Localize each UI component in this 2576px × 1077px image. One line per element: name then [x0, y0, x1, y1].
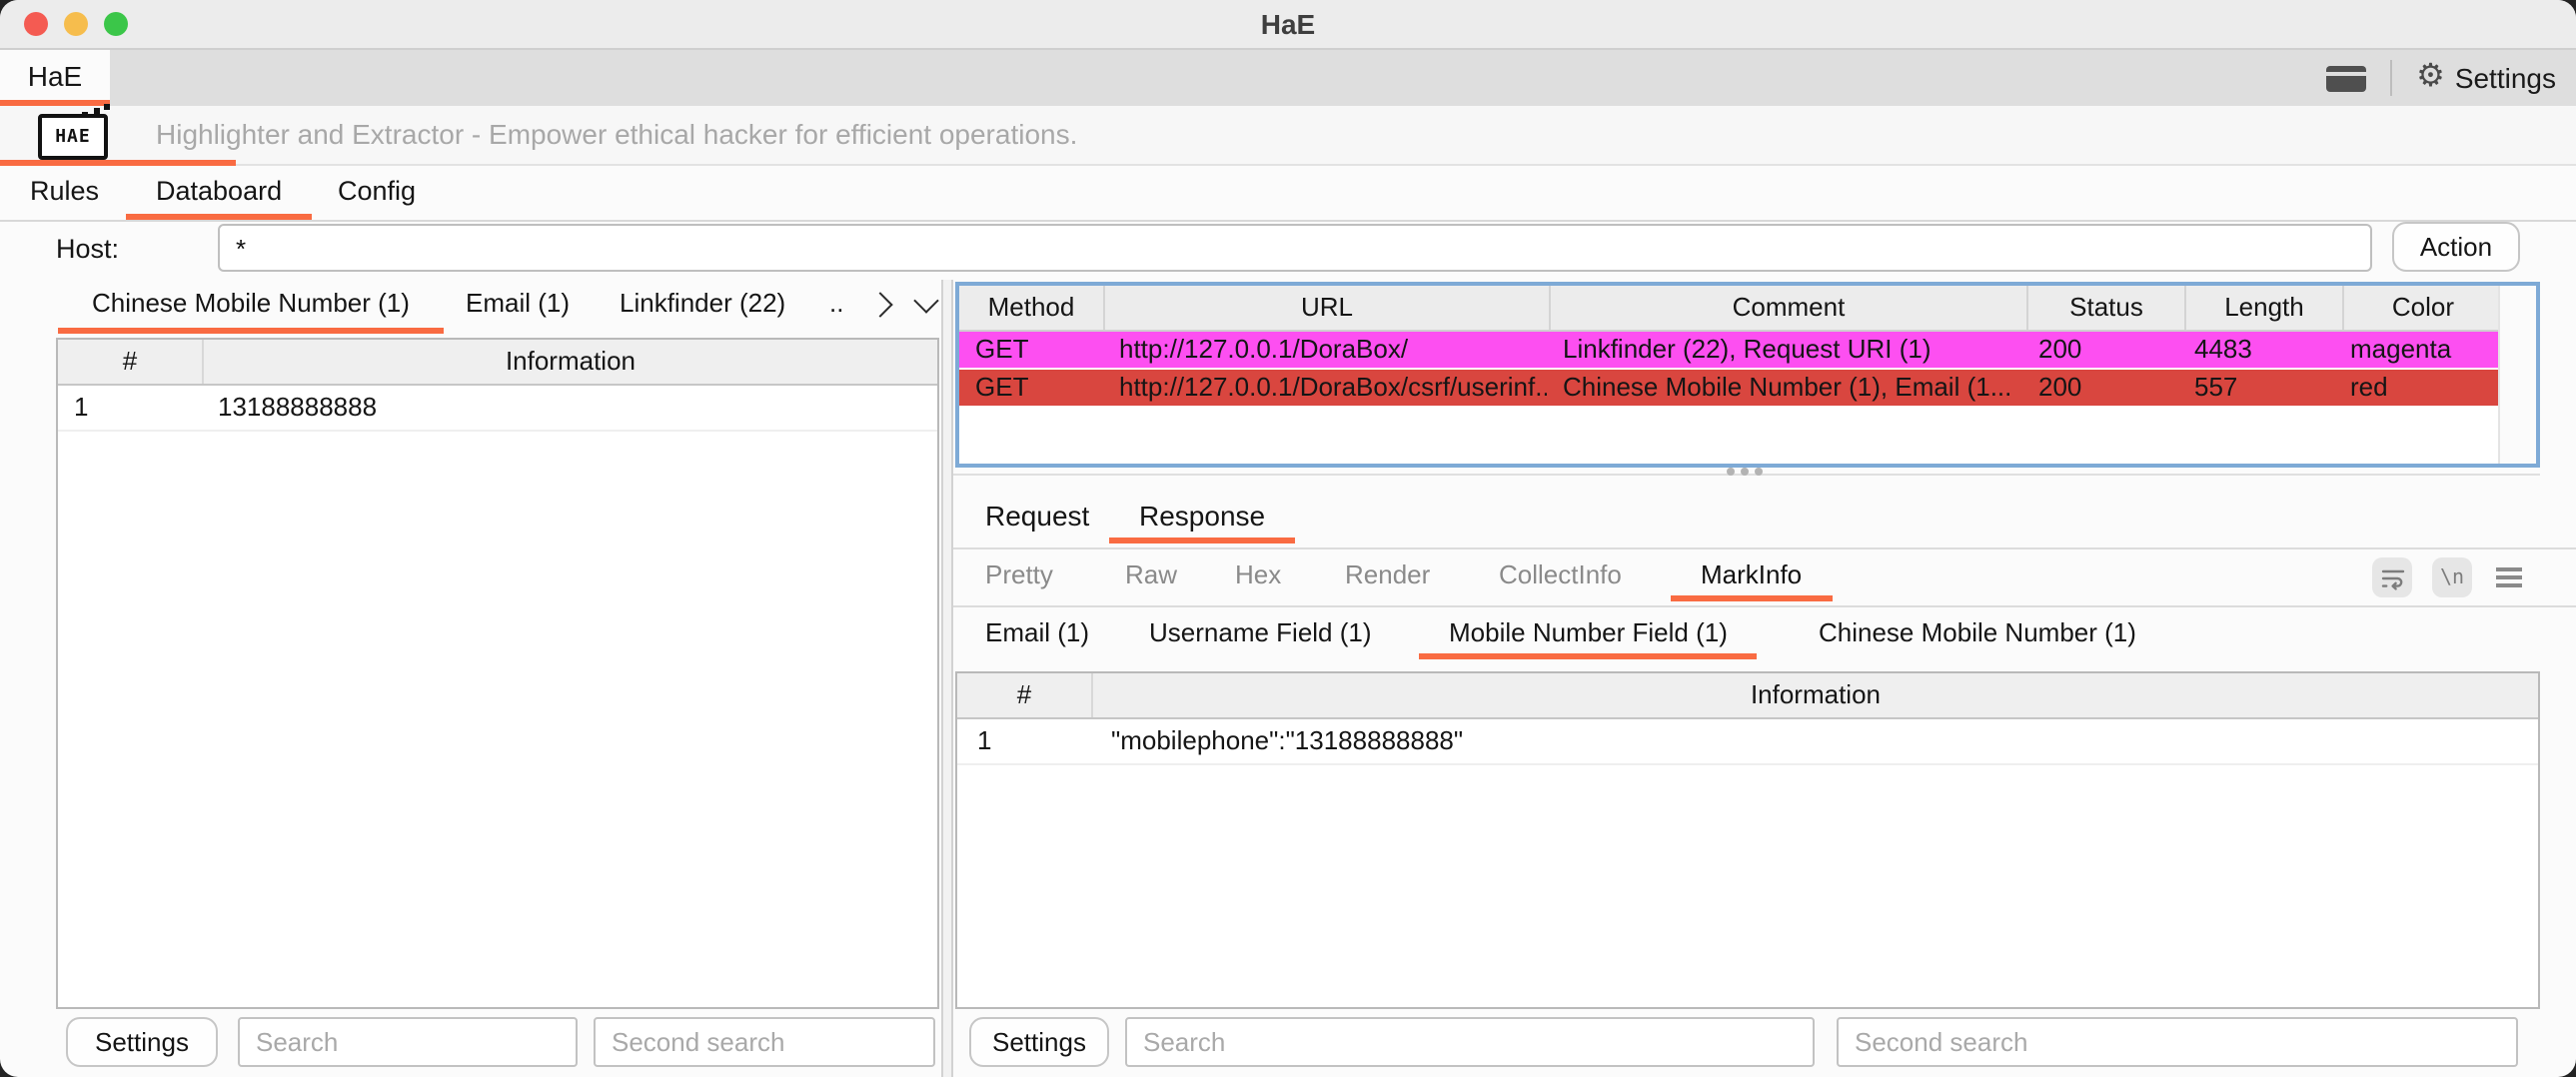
tab-hex[interactable]: Hex — [1235, 549, 1281, 601]
tab-rules[interactable]: Rules — [30, 166, 99, 220]
newline-icon[interactable]: \n — [2432, 557, 2472, 597]
settings-label: Settings — [2455, 62, 2556, 94]
left-second-search-input[interactable] — [594, 1017, 935, 1067]
splitter-handle-icon[interactable] — [1727, 468, 1735, 476]
cell-method: GET — [959, 332, 1103, 368]
column-header-num[interactable]: # — [957, 673, 1093, 717]
host-bar: Host: Action — [0, 220, 2576, 280]
logo-sparkle-icon — [94, 108, 100, 114]
left-tab-linkfinder[interactable]: Linkfinder (22) — [620, 280, 785, 334]
row-information: 13188888888 — [202, 386, 937, 430]
extension-header: HAE Highlighter and Extractor - Empower … — [0, 106, 2576, 166]
tab-request[interactable]: Request — [985, 488, 1089, 543]
gear-icon: ⚙ — [2416, 62, 2445, 94]
column-header-information[interactable]: Information — [204, 340, 937, 384]
window-layout-icon[interactable] — [2326, 65, 2366, 91]
cell-comment: Chinese Mobile Number (1), Email (1... — [1547, 370, 2022, 406]
action-button[interactable]: Action — [2392, 222, 2520, 272]
chevron-right-icon[interactable] — [867, 292, 892, 317]
table-row-red[interactable]: GET http://127.0.0.1/DoraBox/csrf/userin… — [959, 370, 2536, 408]
column-header-information[interactable]: Information — [1093, 673, 2538, 717]
cell-comment: Linkfinder (22), Request URI (1) — [1547, 332, 2022, 368]
extension-caption: Highlighter and Extractor - Empower ethi… — [156, 106, 1077, 164]
cell-status: 200 — [2022, 370, 2178, 406]
menu-icon[interactable] — [2492, 561, 2524, 593]
table-row[interactable]: 1 13188888888 — [58, 386, 937, 432]
tab-mobile-number-field[interactable]: Mobile Number Field (1) — [1449, 607, 1728, 659]
row-num: 1 — [957, 719, 1091, 763]
right-settings-button[interactable]: Settings — [969, 1017, 1109, 1067]
row-num: 1 — [58, 386, 202, 430]
result-tabbar: Chinese Mobile Number (1) Email (1) Link… — [0, 280, 941, 334]
cell-url: http://127.0.0.1/DoraBox/ — [1103, 332, 1547, 368]
host-input[interactable] — [218, 224, 2372, 272]
left-search-input[interactable] — [238, 1017, 578, 1067]
right-search-input[interactable] — [1125, 1017, 1815, 1067]
settings-button[interactable]: ⚙ Settings — [2416, 62, 2556, 94]
panel-splitter[interactable] — [941, 280, 953, 1077]
cell-color: magenta — [2334, 332, 2492, 368]
tab-markinfo[interactable]: MarkInfo — [1701, 549, 1802, 601]
tab-overflow-ellipsis: .. — [829, 280, 843, 334]
cell-color: red — [2334, 370, 2492, 406]
left-settings-button[interactable]: Settings — [66, 1017, 218, 1067]
http-history-table: Method URL Comment Status Length Color G… — [955, 282, 2540, 468]
hae-logo: HAE — [38, 114, 108, 160]
right-second-search-input[interactable] — [1837, 1017, 2518, 1067]
word-wrap-icon[interactable] — [2372, 557, 2412, 597]
column-header-url[interactable]: URL — [1105, 286, 1551, 330]
host-label: Host: — [56, 220, 119, 280]
format-tabbar: Pretty Raw Hex Render CollectInfo MarkIn… — [953, 549, 2576, 607]
titlebar: HaE — [0, 0, 2576, 50]
markinfo-tabbar: Email (1) Username Field (1) Mobile Numb… — [953, 607, 2576, 663]
window-title: HaE — [0, 0, 2576, 48]
left-results-table: # Information 1 13188888888 — [56, 338, 939, 1009]
column-header-status[interactable]: Status — [2028, 286, 2186, 330]
column-header-color[interactable]: Color — [2344, 286, 2502, 330]
cell-length: 557 — [2178, 370, 2334, 406]
column-header-num[interactable]: # — [58, 340, 204, 384]
column-header-length[interactable]: Length — [2186, 286, 2344, 330]
cell-url: http://127.0.0.1/DoraBox/csrf/userinf... — [1103, 370, 1547, 406]
tab-chinese-mobile-number-result[interactable]: Chinese Mobile Number (1) — [1819, 607, 2136, 659]
tab-raw[interactable]: Raw — [1125, 549, 1177, 601]
hae-window: HaE HaE ⚙ Settings HAE Highlighter and E… — [0, 0, 2576, 1077]
tab-pretty[interactable]: Pretty — [985, 549, 1053, 601]
tab-response[interactable]: Response — [1139, 488, 1265, 543]
column-header-method[interactable]: Method — [959, 286, 1105, 330]
column-header-comment[interactable]: Comment — [1551, 286, 2028, 330]
nav-tabbar: Rules Databoard Config — [0, 166, 2576, 222]
editor-splitter[interactable] — [953, 474, 2540, 476]
tab-config[interactable]: Config — [338, 166, 416, 220]
markinfo-table: # Information 1 "mobilephone":"131888888… — [955, 671, 2540, 1009]
table-scrollbar[interactable] — [2498, 286, 2536, 464]
tab-username-field[interactable]: Username Field (1) — [1149, 607, 1372, 659]
tab-databoard[interactable]: Databoard — [156, 166, 282, 220]
left-tab-email[interactable]: Email (1) — [466, 280, 570, 334]
row-information: "mobilephone":"13188888888" — [1091, 719, 2538, 763]
table-row-magenta[interactable]: GET http://127.0.0.1/DoraBox/ Linkfinder… — [959, 332, 2536, 370]
tab-email-result[interactable]: Email (1) — [985, 607, 1089, 659]
toolbar-divider — [2390, 60, 2392, 96]
table-row[interactable]: 1 "mobilephone":"13188888888" — [957, 719, 2538, 765]
tab-collectinfo[interactable]: CollectInfo — [1499, 549, 1622, 601]
message-view-tabbar: Request Response — [953, 488, 2576, 549]
chevron-down-icon[interactable] — [913, 288, 938, 313]
main-tabbar: HaE ⚙ Settings — [0, 50, 2576, 108]
cell-method: GET — [959, 370, 1103, 406]
tab-hae[interactable]: HaE — [0, 50, 110, 106]
left-tab-chinese-mobile-number[interactable]: Chinese Mobile Number (1) — [92, 280, 410, 334]
cell-length: 4483 — [2178, 332, 2334, 368]
tab-render[interactable]: Render — [1345, 549, 1430, 601]
cell-status: 200 — [2022, 332, 2178, 368]
